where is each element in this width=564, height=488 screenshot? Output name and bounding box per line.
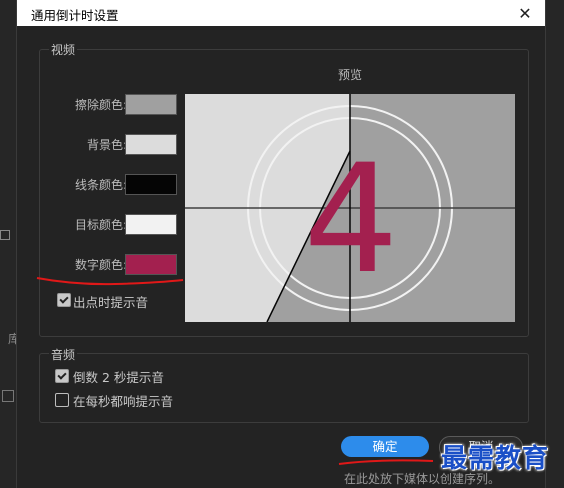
- wipe-color-row: 擦除颜色:: [41, 94, 181, 115]
- number-color-row: 数字颜色:: [41, 254, 181, 275]
- number-color-label: 数字颜色:: [74, 258, 127, 272]
- target-color-label: 目标颜色:: [74, 218, 127, 232]
- target-color-swatch[interactable]: [125, 214, 177, 235]
- line-color-swatch[interactable]: [125, 174, 177, 195]
- watermark-logo: 最需教育: [441, 444, 550, 474]
- countdown-settings-dialog: 通用倒计时设置 ✕ 视频 预览 擦除颜色: 背景色: 线条颜色: 目标颜色: 数…: [16, 0, 546, 488]
- dialog-title: 通用倒计时设置: [31, 8, 119, 23]
- host-search-icon[interactable]: [2, 390, 14, 402]
- ok-button[interactable]: 确定: [341, 436, 429, 457]
- beep-every-second-checkbox[interactable]: [55, 393, 69, 407]
- beep-every-second-label: 在每秒都响提示音: [73, 394, 174, 409]
- cue-at-out-label: 出点时提示音: [73, 295, 149, 310]
- audio-group-title: 音频: [49, 346, 78, 363]
- video-group-title: 视频: [49, 41, 78, 58]
- background-color-swatch[interactable]: [125, 134, 177, 155]
- line-color-label: 线条颜色:: [74, 178, 127, 192]
- preview-digit: 4: [303, 133, 398, 307]
- audio-group: [39, 353, 529, 423]
- countdown-preview: 4: [185, 94, 515, 322]
- countdown-2s-beep-label: 倒数 2 秒提示音: [73, 370, 164, 385]
- host-right-panel: [544, 0, 564, 488]
- wipe-color-swatch[interactable]: [125, 94, 177, 115]
- countdown-preview-graphic: 4: [185, 94, 515, 322]
- preview-label: 预览: [338, 68, 363, 82]
- wipe-color-label: 擦除颜色:: [74, 98, 127, 112]
- line-color-row: 线条颜色:: [41, 174, 181, 195]
- annotation-underline-ok: [338, 459, 434, 465]
- cue-at-out-checkbox[interactable]: [57, 293, 71, 307]
- close-icon[interactable]: ✕: [515, 3, 535, 23]
- host-left-panel: [0, 0, 16, 488]
- dialog-titlebar: 通用倒计时设置 ✕: [17, 0, 545, 26]
- host-panel-icon[interactable]: [0, 230, 10, 240]
- background-color-label: 背景色:: [86, 138, 127, 152]
- countdown-2s-beep-checkbox[interactable]: [55, 369, 69, 383]
- target-color-row: 目标颜色:: [41, 214, 181, 235]
- number-color-swatch[interactable]: [125, 254, 177, 275]
- background-color-row: 背景色:: [41, 134, 181, 155]
